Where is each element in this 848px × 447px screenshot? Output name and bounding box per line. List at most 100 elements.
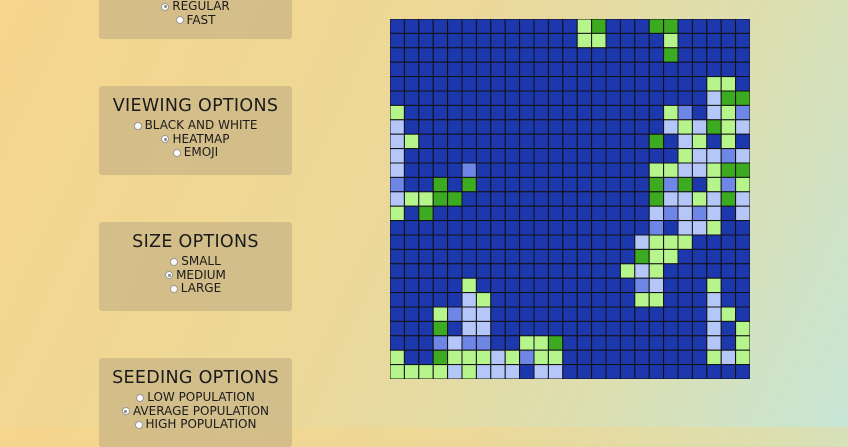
grid-cell[interactable] (432, 320, 449, 337)
grid-cell[interactable] (648, 162, 665, 178)
grid-cell[interactable] (720, 205, 737, 222)
grid-cell[interactable] (663, 119, 679, 135)
grid-cell[interactable] (490, 76, 506, 92)
grid-cell[interactable] (720, 349, 737, 366)
grid-cell[interactable] (390, 32, 405, 49)
grid-cell[interactable] (706, 205, 722, 222)
grid-cell[interactable] (475, 90, 492, 106)
grid-cell[interactable] (461, 104, 477, 121)
grid-cell[interactable] (461, 191, 477, 207)
grid-cell[interactable] (706, 32, 722, 49)
grid-cell[interactable] (677, 19, 693, 34)
seeding-option-low-population[interactable]: LOW POPULATION (99, 390, 292, 405)
grid-cell[interactable] (720, 104, 737, 121)
grid-cell[interactable] (519, 162, 535, 178)
grid-cell[interactable] (691, 61, 708, 78)
grid-cell[interactable] (735, 306, 750, 322)
grid-cell[interactable] (720, 306, 737, 322)
grid-cell[interactable] (490, 104, 506, 121)
grid-cell[interactable] (706, 292, 722, 308)
grid-cell[interactable] (562, 19, 578, 34)
grid-cell[interactable] (390, 306, 405, 322)
grid-cell[interactable] (562, 205, 578, 222)
grid-cell[interactable] (691, 248, 708, 265)
grid-cell[interactable] (576, 306, 593, 322)
grid-cell[interactable] (432, 292, 449, 308)
grid-cell[interactable] (591, 119, 607, 135)
grid-cell[interactable] (403, 119, 420, 135)
grid-cell[interactable] (648, 32, 665, 49)
grid-cell[interactable] (706, 119, 722, 135)
grid-cell[interactable] (447, 61, 463, 78)
grid-cell[interactable] (634, 32, 650, 49)
grid-cell[interactable] (691, 19, 708, 34)
grid-cell[interactable] (677, 277, 693, 294)
grid-cell[interactable] (461, 32, 477, 49)
grid-cell[interactable] (576, 61, 593, 78)
grid-cell[interactable] (634, 364, 650, 379)
grid-cell[interactable] (605, 32, 621, 49)
grid-cell[interactable] (677, 220, 693, 236)
seeding-option-average-population[interactable]: AVERAGE POPULATION (99, 404, 292, 419)
grid-cell[interactable] (390, 19, 405, 34)
grid-cell[interactable] (562, 234, 578, 250)
grid-cell[interactable] (461, 306, 477, 322)
grid-cell[interactable] (677, 176, 693, 193)
radio-button[interactable] (134, 420, 143, 429)
grid-cell[interactable] (504, 76, 521, 92)
grid-cell[interactable] (403, 349, 420, 366)
grid-cell[interactable] (475, 205, 492, 222)
grid-cell[interactable] (390, 234, 405, 250)
grid-cell[interactable] (390, 349, 405, 366)
grid-cell[interactable] (432, 176, 449, 193)
grid-cell[interactable] (504, 220, 521, 236)
grid-cell[interactable] (390, 47, 405, 63)
grid-cell[interactable] (691, 133, 708, 150)
grid-cell[interactable] (390, 277, 405, 294)
grid-cell[interactable] (418, 306, 434, 322)
grid-cell[interactable] (547, 205, 564, 222)
radio-button[interactable] (136, 393, 145, 402)
grid-cell[interactable] (605, 61, 621, 78)
grid-cell[interactable] (533, 47, 549, 63)
grid-cell[interactable] (619, 19, 636, 34)
radio-button[interactable] (133, 121, 142, 130)
grid-cell[interactable] (418, 90, 434, 106)
grid-cell[interactable] (519, 320, 535, 337)
grid-cell[interactable] (576, 335, 593, 351)
grid-cell[interactable] (504, 133, 521, 150)
grid-cell[interactable] (735, 191, 750, 207)
grid-cell[interactable] (504, 47, 521, 63)
grid-cell[interactable] (634, 162, 650, 178)
game-of-life-grid[interactable] (390, 19, 750, 379)
grid-cell[interactable] (475, 220, 492, 236)
radio-button[interactable] (169, 284, 178, 293)
grid-cell[interactable] (706, 76, 722, 92)
grid-cell[interactable] (591, 32, 607, 49)
grid-cell[interactable] (605, 306, 621, 322)
grid-cell[interactable] (533, 19, 549, 34)
grid-cell[interactable] (591, 162, 607, 178)
grid-cell[interactable] (490, 306, 506, 322)
grid-cell[interactable] (619, 119, 636, 135)
grid-cell[interactable] (418, 248, 434, 265)
grid-cell[interactable] (605, 133, 621, 150)
grid-cell[interactable] (447, 349, 463, 366)
grid-cell[interactable] (735, 277, 750, 294)
grid-cell[interactable] (475, 234, 492, 250)
grid-cell[interactable] (403, 61, 420, 78)
grid-cell[interactable] (720, 32, 737, 49)
grid-cell[interactable] (576, 76, 593, 92)
grid-cell[interactable] (547, 76, 564, 92)
grid-cell[interactable] (663, 90, 679, 106)
grid-cell[interactable] (533, 234, 549, 250)
grid-cell[interactable] (576, 277, 593, 294)
grid-cell[interactable] (677, 335, 693, 351)
grid-cell[interactable] (634, 133, 650, 150)
grid-cell[interactable] (634, 234, 650, 250)
grid-cell[interactable] (619, 364, 636, 379)
grid-cell[interactable] (461, 349, 477, 366)
grid-cell[interactable] (720, 148, 737, 164)
grid-cell[interactable] (418, 19, 434, 34)
grid-cell[interactable] (504, 320, 521, 337)
